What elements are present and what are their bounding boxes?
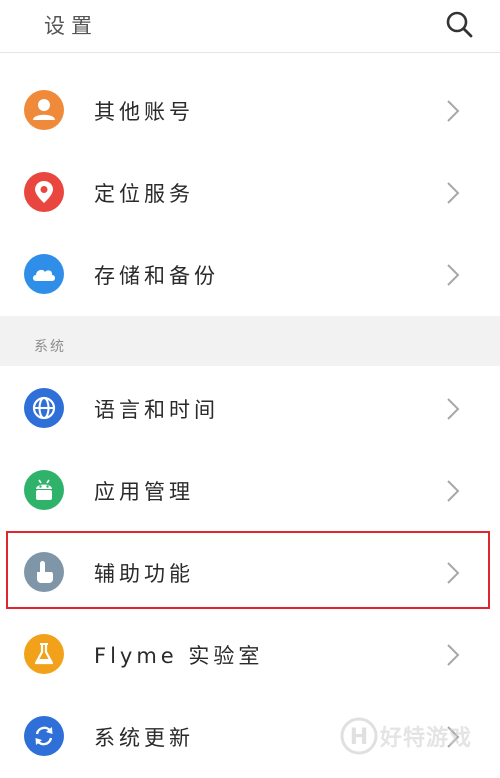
chevron-right-icon bbox=[444, 262, 462, 288]
android-icon bbox=[24, 470, 64, 510]
settings-item-label: 存储和备份 bbox=[94, 264, 219, 288]
settings-item-location[interactable]: 定位服务 bbox=[0, 152, 500, 234]
settings-item-label: 应用管理 bbox=[94, 480, 194, 504]
settings-item-label: Flyme 实验室 bbox=[94, 644, 264, 668]
chevron-right-icon bbox=[444, 478, 462, 504]
chevron-right-icon bbox=[444, 642, 462, 668]
watermark-logo-icon: H bbox=[340, 717, 378, 755]
chevron-right-icon bbox=[444, 560, 462, 586]
search-icon[interactable] bbox=[443, 8, 475, 40]
settings-item-label: 辅助功能 bbox=[94, 562, 194, 586]
settings-item-storage-backup[interactable]: 存储和备份 bbox=[0, 234, 500, 316]
cloud-icon bbox=[24, 254, 64, 294]
settings-item-app-management[interactable]: 应用管理 bbox=[0, 450, 500, 532]
section-label: 系统 bbox=[34, 339, 66, 355]
hand-pointer-icon bbox=[24, 552, 64, 592]
settings-item-label: 其他账号 bbox=[94, 100, 194, 124]
flask-icon bbox=[24, 634, 64, 674]
settings-item-label: 语言和时间 bbox=[94, 398, 219, 422]
section-header-system: 系统 bbox=[0, 316, 500, 366]
settings-item-label: 定位服务 bbox=[94, 182, 194, 206]
location-pin-icon bbox=[24, 172, 64, 212]
settings-item-label: 系统更新 bbox=[94, 726, 194, 750]
svg-text:H: H bbox=[350, 725, 368, 750]
chevron-right-icon bbox=[444, 396, 462, 422]
watermark-text: 好特游戏 bbox=[380, 726, 473, 751]
top-bar: 设置 bbox=[0, 0, 500, 53]
chevron-right-icon bbox=[444, 180, 462, 206]
settings-item-accessibility[interactable]: 辅助功能 bbox=[0, 532, 500, 614]
settings-item-language-time[interactable]: 语言和时间 bbox=[0, 368, 500, 450]
page-title: 设置 bbox=[44, 14, 98, 38]
watermark: H 好特游戏 bbox=[340, 712, 500, 762]
refresh-icon bbox=[24, 716, 64, 756]
settings-item-other-accounts[interactable]: 其他账号 bbox=[0, 70, 500, 152]
settings-item-flyme-lab[interactable]: Flyme 实验室 bbox=[0, 614, 500, 696]
globe-icon bbox=[24, 388, 64, 428]
person-icon bbox=[24, 90, 64, 130]
chevron-right-icon bbox=[444, 98, 462, 124]
